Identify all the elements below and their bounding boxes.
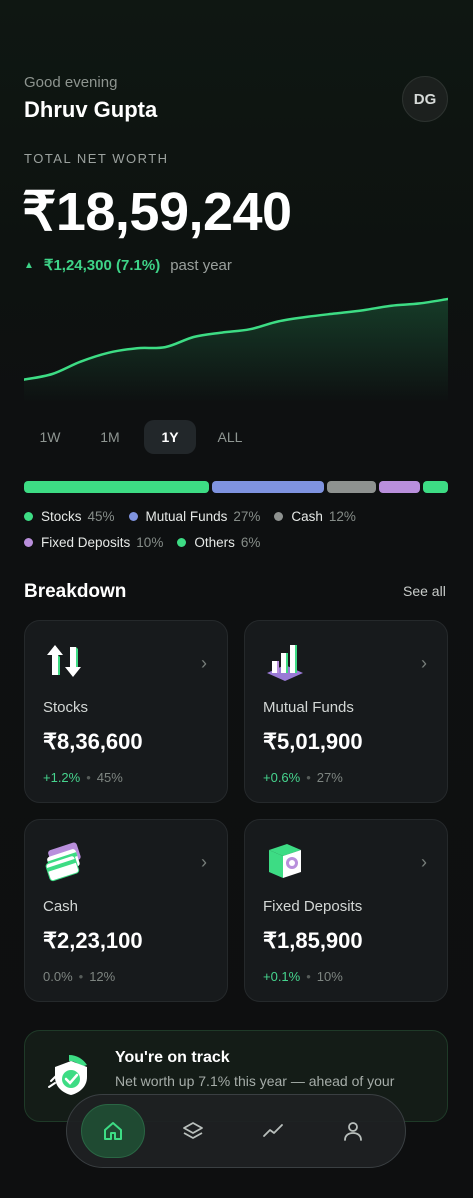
card-share: 12% — [89, 969, 116, 984]
net-worth-change: ▲ ₹1,24,300 (7.1%) past year — [24, 256, 232, 275]
card-mutual-funds[interactable]: › Mutual Funds ₹5,01,900 +0.6% • 27% — [244, 620, 448, 803]
legend-label: Mutual Funds — [145, 509, 228, 524]
avatar[interactable]: DG — [402, 76, 448, 122]
card-change: +0.6% — [263, 770, 301, 785]
tab-1m[interactable]: 1M — [84, 420, 136, 454]
card-share: 45% — [96, 770, 123, 785]
card-meta: +0.1% • 10% — [263, 969, 343, 984]
user-name: Dhruv Gupta — [24, 97, 158, 122]
allocation-legend: Stocks 45% Mutual Funds 27% Cash 12% Fix… — [24, 509, 454, 550]
separator-dot: • — [306, 969, 311, 984]
legend-pct: 45% — [87, 509, 115, 524]
trend-icon — [263, 1124, 283, 1137]
alloc-seg-fixed-deposits — [379, 481, 421, 493]
card-change: 0.0% — [43, 969, 73, 984]
profile-icon — [344, 1122, 362, 1141]
card-stocks[interactable]: › Stocks ₹8,36,600 +1.2% • 45% — [24, 620, 228, 803]
on-track-subtitle: Net worth up 7.1% this year — ahead of y… — [115, 1073, 395, 1089]
card-cash[interactable]: › Cash ₹2,23,100 0.0% • 12% — [24, 819, 228, 1002]
card-meta: 0.0% • 12% — [43, 969, 115, 984]
tab-1y[interactable]: 1Y — [144, 420, 196, 454]
card-value: ₹8,36,600 — [43, 729, 143, 754]
stocks-arrows-icon — [47, 645, 81, 677]
card-fixed-deposits[interactable]: › Fixed Deposits ₹1,85,900 +0.1% • 10% — [244, 819, 448, 1002]
change-period: past year — [170, 256, 232, 274]
allocation-bar — [24, 481, 448, 493]
card-share: 27% — [316, 770, 343, 785]
shield-check-icon — [48, 1055, 87, 1095]
separator-dot: • — [78, 969, 84, 984]
home-icon — [104, 1122, 122, 1140]
card-meta: +0.6% • 27% — [263, 770, 343, 785]
net-worth-value: ₹18,59,240 — [22, 182, 292, 242]
alloc-seg-cash — [326, 481, 377, 493]
legend-pct: 6% — [240, 535, 261, 550]
tab-1w[interactable]: 1W — [24, 420, 76, 454]
chevron-right-icon: › — [201, 653, 207, 673]
legend-dot — [128, 512, 138, 521]
tab-all[interactable]: ALL — [204, 420, 256, 454]
card-share: 10% — [316, 969, 343, 984]
legend-item-fixed-deposits: Fixed Deposits 10% — [24, 535, 163, 550]
range-tabs: 1W 1M 1Y ALL — [24, 420, 256, 454]
bar-chart-icon — [267, 645, 303, 681]
legend-label: Stocks — [41, 509, 82, 524]
legend-item-stocks: Stocks 45% — [24, 509, 115, 524]
nav-profile[interactable] — [321, 1104, 385, 1158]
legend-label: Others — [194, 535, 235, 550]
legend-pct: 12% — [328, 509, 356, 524]
card-label: Mutual Funds — [263, 699, 354, 716]
card-change: +1.2% — [43, 770, 81, 785]
up-triangle-icon: ▲ — [24, 259, 34, 271]
breakdown-title: Breakdown — [24, 581, 127, 602]
card-label: Cash — [43, 898, 79, 915]
legend-dot — [177, 538, 187, 547]
legend-dot — [24, 512, 33, 521]
alloc-seg-others — [423, 481, 448, 493]
legend-dot — [274, 512, 284, 521]
chevron-right-icon: › — [421, 852, 427, 872]
separator-dot: • — [86, 770, 91, 785]
chevron-right-icon: › — [421, 653, 427, 673]
see-all-link[interactable]: See all — [403, 583, 446, 599]
legend-item-cash: Cash 12% — [274, 509, 356, 524]
card-label: Stocks — [43, 699, 89, 716]
nav-trends[interactable] — [241, 1104, 305, 1158]
card-meta: +1.2% • 45% — [43, 770, 123, 785]
nav-home[interactable] — [81, 1104, 145, 1158]
greeting: Good evening — [24, 74, 118, 91]
alloc-seg-mutual-funds — [212, 481, 324, 493]
nav-layers[interactable] — [161, 1104, 225, 1158]
legend-label: Cash — [291, 509, 323, 524]
separator-dot: • — [306, 770, 311, 785]
legend-dot — [24, 538, 33, 547]
card-value: ₹2,23,100 — [43, 928, 143, 953]
card-value: ₹5,01,900 — [263, 729, 363, 754]
legend-pct: 10% — [136, 535, 164, 550]
card-value: ₹1,85,900 — [263, 928, 363, 953]
bottom-nav — [66, 1094, 406, 1168]
net-worth-chart — [24, 297, 448, 402]
alloc-seg-stocks — [24, 481, 210, 493]
chart-area — [24, 299, 448, 402]
net-worth-label: TOTAL NET WORTH — [24, 151, 169, 166]
card-change: +0.1% — [263, 969, 301, 984]
cards-icon — [45, 842, 81, 882]
layers-icon — [183, 1122, 203, 1139]
legend-item-others: Others 6% — [177, 535, 260, 550]
change-amount: ₹1,24,300 (7.1%) — [43, 257, 161, 274]
legend-item-mutual-funds: Mutual Funds 27% — [128, 509, 261, 524]
chevron-right-icon: › — [201, 852, 207, 872]
on-track-title: You're on track — [115, 1049, 230, 1066]
card-label: Fixed Deposits — [263, 898, 363, 915]
safe-icon — [269, 844, 301, 878]
legend-label: Fixed Deposits — [41, 535, 131, 550]
legend-pct: 27% — [233, 509, 261, 524]
